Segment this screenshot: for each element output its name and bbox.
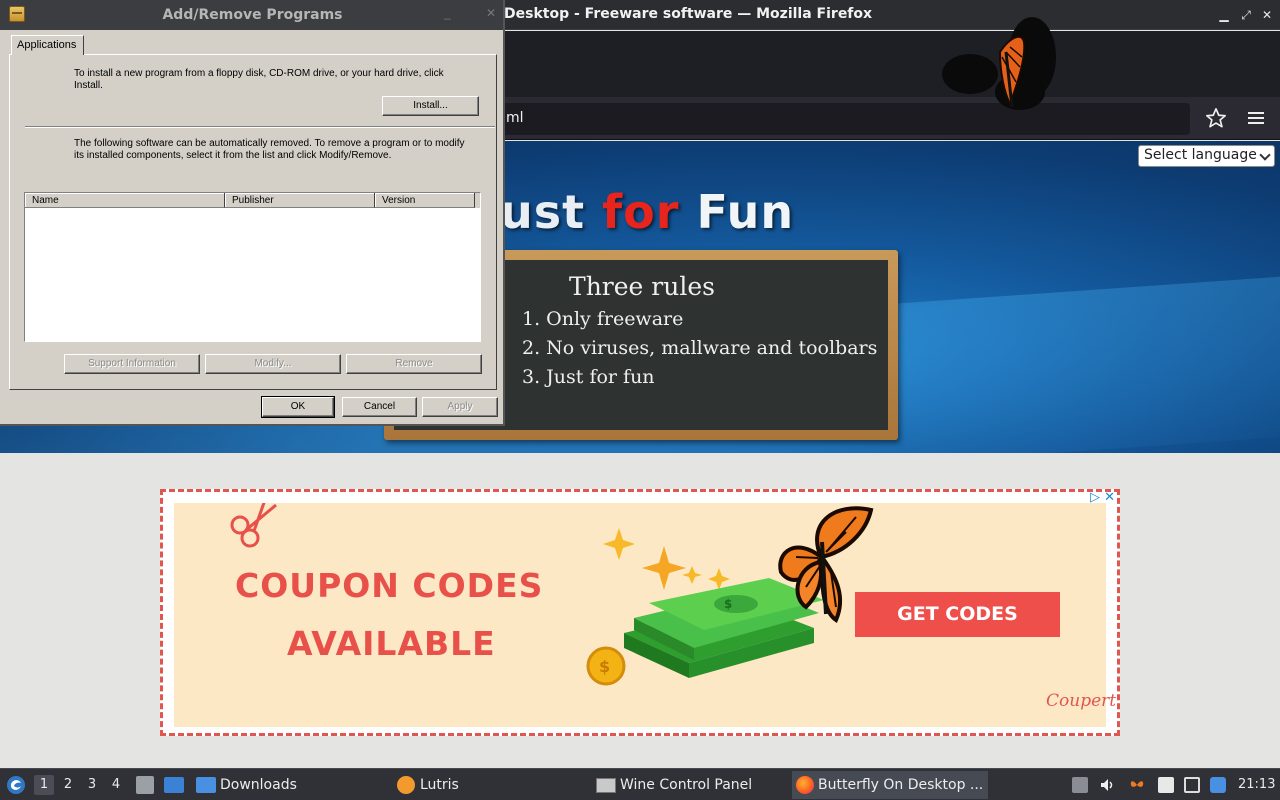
lutris-icon <box>397 776 415 794</box>
scissors-icon <box>230 503 277 548</box>
install-instructions: To install a new program from a floppy d… <box>74 68 444 91</box>
dialog-titlebar: Add/Remove Programs _ ✕ <box>0 0 503 30</box>
task-label: Butterfly On Desktop ... <box>818 777 984 793</box>
adchoices-icon[interactable]: ▷ ✕ <box>1090 490 1115 505</box>
desktop-launcher-icon[interactable] <box>164 777 184 793</box>
task-label: Wine Control Panel <box>620 777 753 793</box>
remove-button[interactable]: Remove <box>346 354 482 374</box>
butterfly-icon <box>942 17 1056 110</box>
ad-headline-line1: COUPON CODES <box>235 566 544 605</box>
notes-icon[interactable] <box>1158 777 1174 793</box>
list-header: Name Publisher Version <box>25 193 480 208</box>
chevron-down-icon <box>1259 149 1271 161</box>
close-icon[interactable]: ✕ <box>1258 6 1276 24</box>
clipboard-icon[interactable] <box>1072 777 1088 793</box>
rule-3: 3. Just for fun <box>522 366 655 388</box>
hero-title: ust for Fun <box>500 185 794 239</box>
folder-icon <box>196 777 216 793</box>
remove-instructions: The following software can be automatica… <box>74 138 465 161</box>
taskbar: 1 2 3 4 Downloads Lutris Wine Control Pa… <box>0 768 1280 800</box>
ok-button[interactable]: OK <box>261 396 335 418</box>
add-remove-programs-dialog: Add/Remove Programs _ ✕ Applications To … <box>0 0 505 426</box>
bookmark-star-icon[interactable] <box>1205 107 1227 129</box>
hero-title-part1: ust <box>500 185 603 239</box>
maximize-icon[interactable]: ⤢ <box>1237 6 1255 24</box>
cancel-button[interactable]: Cancel <box>342 397 417 417</box>
clock[interactable]: 21:13 <box>1238 769 1275 800</box>
ad-body: COUPON CODES AVAILABLE $ $ GET CODES Cou… <box>174 503 1116 727</box>
coupon-ad[interactable]: COUPON CODES AVAILABLE $ $ GET CODES Cou… <box>160 489 1120 736</box>
apply-button[interactable]: Apply <box>422 397 498 417</box>
butterfly-tray-icon[interactable] <box>1129 777 1145 793</box>
language-select-label: Select language <box>1144 147 1257 163</box>
hero-title-part3: Fun <box>679 185 795 239</box>
task-label: Lutris <box>420 777 459 793</box>
volume-icon[interactable] <box>1099 777 1115 793</box>
rule-1: 1. Only freeware <box>522 308 684 330</box>
url-bar[interactable]: ml <box>440 103 1190 135</box>
close-icon[interactable]: ✕ <box>486 6 496 20</box>
support-information-button[interactable]: Support Information <box>64 354 200 374</box>
language-select[interactable]: Select language <box>1138 145 1275 167</box>
task-wine-control-panel[interactable]: Wine Control Panel <box>594 771 784 799</box>
get-codes-button[interactable]: GET CODES <box>855 592 1060 637</box>
hamburger-menu-icon[interactable] <box>1246 109 1266 127</box>
ad-headline-line2: AVAILABLE <box>287 624 496 663</box>
tab-applications[interactable]: Applications <box>11 35 84 55</box>
column-version-header[interactable]: Version <box>375 193 475 208</box>
column-publisher-header[interactable]: Publisher <box>225 193 375 208</box>
minimize-icon[interactable]: ▁ <box>1215 6 1233 24</box>
file-manager-launcher-icon[interactable] <box>136 776 154 794</box>
column-name-header[interactable]: Name <box>25 193 225 208</box>
start-menu-icon[interactable] <box>6 775 26 795</box>
wine-control-panel-icon <box>596 778 616 793</box>
task-lutris[interactable]: Lutris <box>394 771 584 799</box>
butterfly-icon <box>778 506 874 623</box>
dialog-title: Add/Remove Programs <box>162 7 343 23</box>
install-button[interactable]: Install... <box>382 96 479 116</box>
separator <box>25 126 495 128</box>
url-text: ml <box>506 110 524 126</box>
firefox-window-title: Desktop - Freeware software — Mozilla Fi… <box>504 6 873 22</box>
task-firefox[interactable]: Butterfly On Desktop ... <box>792 771 988 799</box>
workspace-1[interactable]: 1 <box>34 775 54 795</box>
rule-2: 2. No viruses, mallware and toolbars <box>522 337 878 359</box>
modify-button[interactable]: Modify... <box>205 354 341 374</box>
ad-brand-logo: Coupert <box>1046 691 1117 711</box>
svg-text:$: $ <box>724 597 732 611</box>
task-downloads[interactable]: Downloads <box>194 771 384 799</box>
firefox-icon <box>796 776 814 794</box>
svg-text:$: $ <box>599 657 610 676</box>
display-icon[interactable] <box>1184 777 1200 793</box>
minimize-icon[interactable]: _ <box>444 6 451 20</box>
workspace-2[interactable]: 2 <box>58 775 78 795</box>
hero-title-part2: for <box>602 185 680 239</box>
updates-icon[interactable] <box>1210 777 1226 793</box>
installed-programs-list[interactable]: Name Publisher Version <box>24 192 481 342</box>
task-label: Downloads <box>220 777 297 793</box>
workspace-3[interactable]: 3 <box>82 775 102 795</box>
workspace-4[interactable]: 4 <box>106 775 126 795</box>
